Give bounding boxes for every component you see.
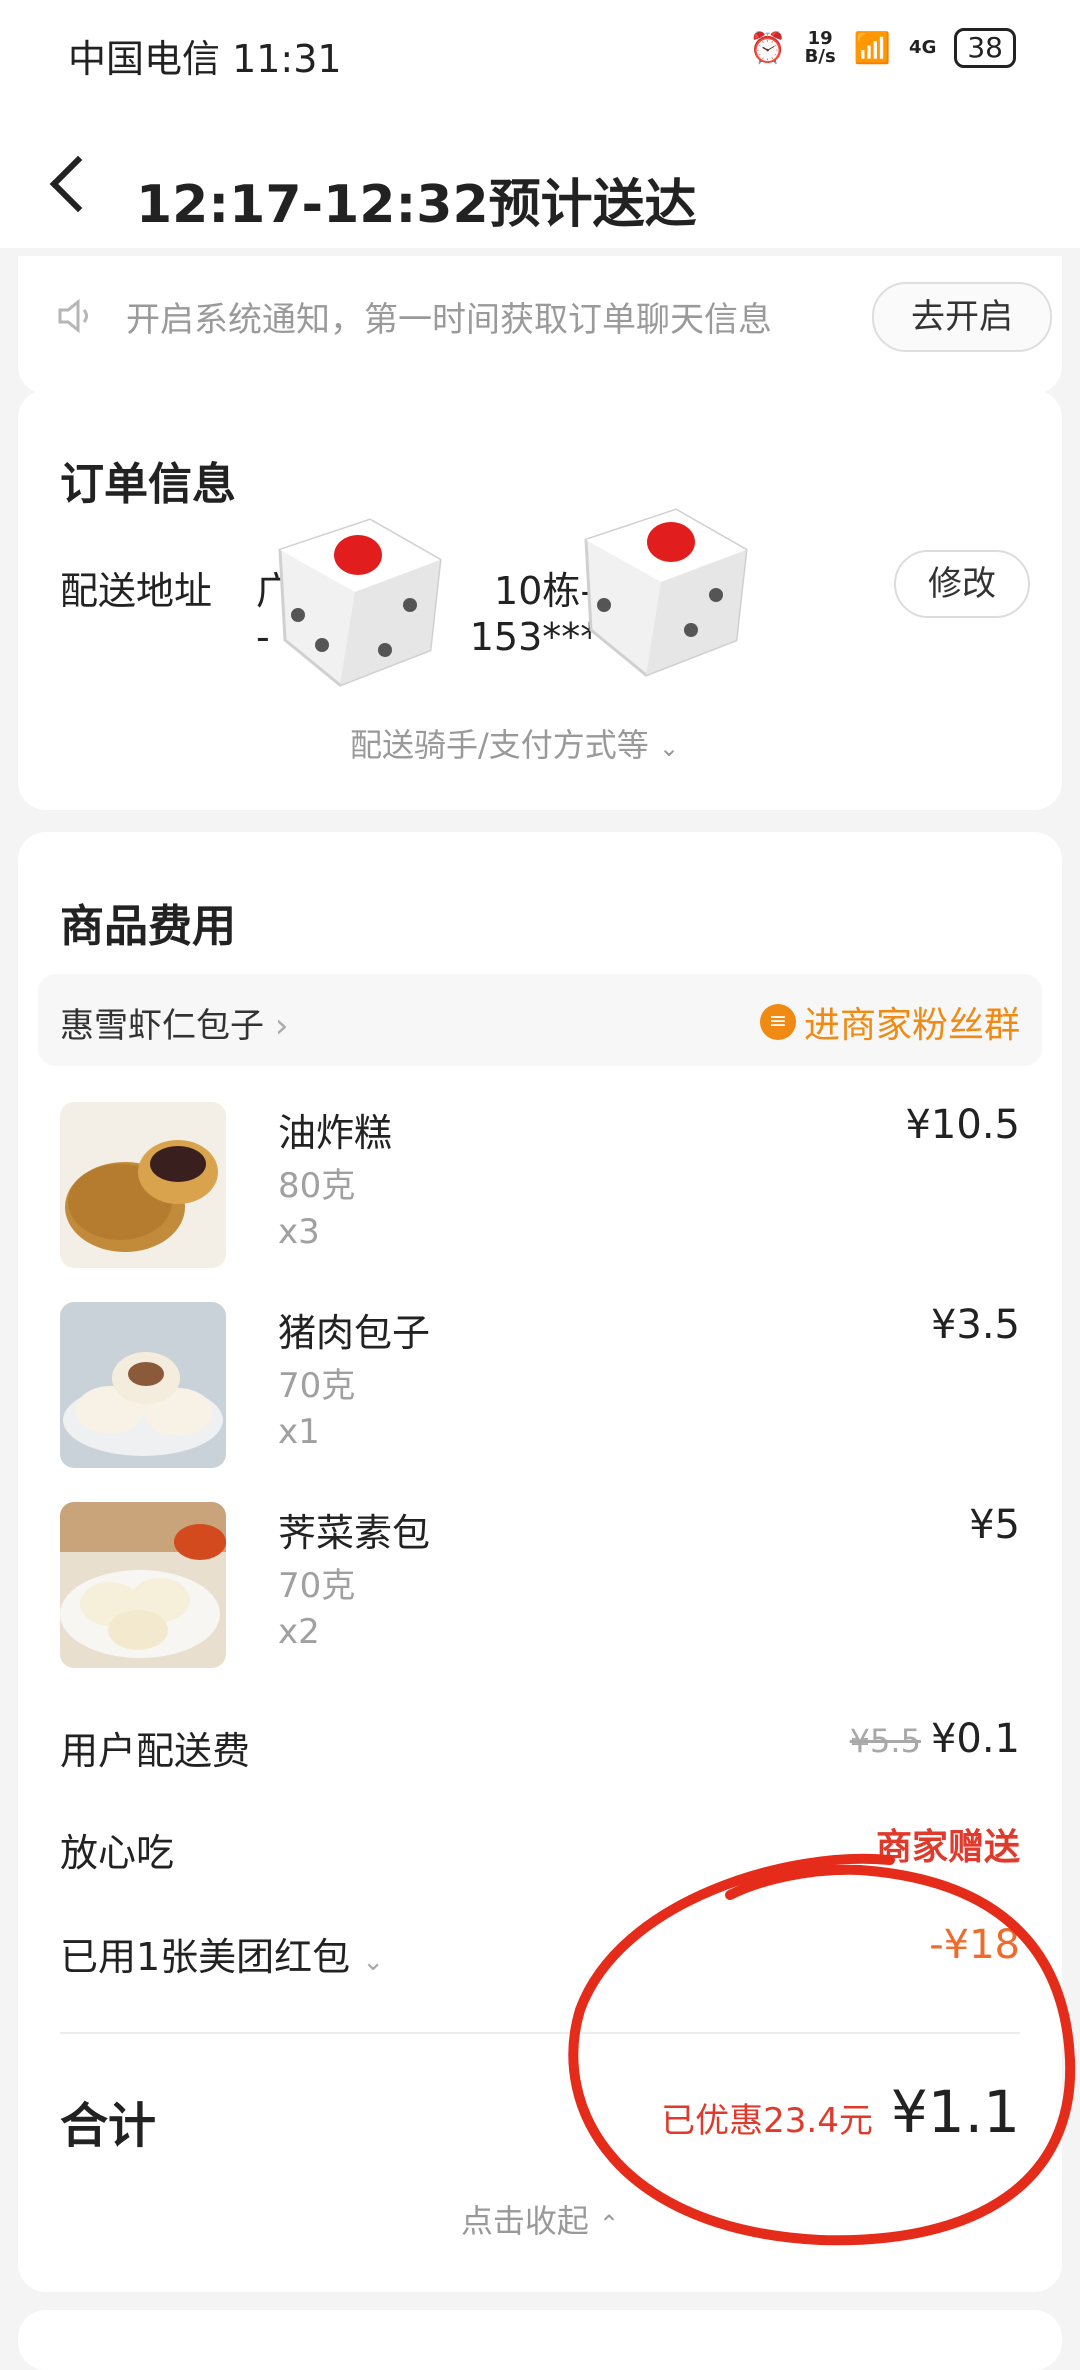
divider [60,2032,1020,2034]
total-summary: 已优惠23.4元 ¥1.1 [661,2078,1020,2146]
notification-text: 开启系统通知，第一时间获取订单聊天信息 [126,300,772,340]
total-label: 合计 [60,2098,157,2154]
shop-name[interactable]: 惠雪虾仁包子 › [60,998,288,1047]
pork-bun-image [60,1302,226,1468]
delivery-original-price: ¥5.5 [849,1722,921,1760]
item-spec: 70克 [278,1566,356,1606]
chevron-up-icon: ⌃ [599,2210,620,2238]
safe-eat-label: 放心吃 [60,1831,175,1875]
chevron-down-icon: ⌄ [362,1947,385,1977]
delivery-price: ¥0.1 [930,1716,1020,1762]
safe-eat-value: 商家赠送 [875,1827,1020,1868]
address-label: 配送地址 [60,569,213,613]
fans-group-text: 进商家粉丝群 [803,1005,1020,1046]
list-item[interactable]: 猪肉包子 70克 x1 ¥3.5 [60,1302,1020,1472]
carrier-time: 中国电信 11:31 [68,37,342,81]
item-spec: 80克 [278,1166,356,1206]
battery-level: 38 [954,28,1016,68]
chat-icon: ≡ [759,1004,796,1040]
status-icons: ⏰ 19 B/s 📶 4G 38 [749,28,1016,68]
list-item[interactable]: 荠菜素包 70克 x2 ¥5 [60,1502,1020,1672]
speaker-icon [58,298,88,334]
delivery-fee-label: 用户配送费 [60,1729,251,1773]
item-name: 荠菜素包 [278,1511,431,1555]
alarm-icon: ⏰ [749,30,787,66]
item-spec: 70克 [278,1366,356,1406]
red-packet-row[interactable]: 已用1张美团红包 ⌄ [60,1926,384,1981]
wifi-icon: 📶 [853,30,892,66]
shop-bar[interactable]: 惠雪虾仁包子 › ≡ 进商家粉丝群 [38,974,1042,1066]
order-info-card: 订单信息 配送地址 广 10栋- -153*** 修改 配送骑手/支付方式等 ⌄ [18,390,1062,810]
enable-notification-button[interactable]: 去开启 [872,282,1052,352]
chevron-right-icon: › [274,1006,289,1046]
delivery-fee-value: ¥5.5 ¥0.1 [850,1716,1020,1762]
dice-sticker-icon-2 [584,508,748,677]
fans-group-link[interactable]: ≡ 进商家粉丝群 [759,996,1020,1048]
next-card [18,2310,1062,2370]
item-price: ¥5 [969,1502,1020,1548]
network-type: 4G [909,37,937,58]
item-quantity: x1 [278,1412,320,1452]
net-speed: 19 B/s [805,30,836,66]
item-quantity: x3 [278,1212,320,1252]
collapse-link[interactable]: 点击收起 ⌃ [18,2196,1062,2242]
notification-banner: 开启系统通知，第一时间获取订单聊天信息 去开启 [18,256,1062,394]
item-name: 油炸糕 [278,1111,393,1155]
item-quantity: x2 [278,1612,320,1652]
item-price: ¥3.5 [930,1302,1020,1348]
order-info-title: 订单信息 [60,459,236,510]
total-price: ¥1.1 [890,2078,1020,2146]
shop-name-text: 惠雪虾仁包子 [60,1006,264,1046]
fee-card: 商品费用 惠雪虾仁包子 › ≡ 进商家粉丝群 油炸糕 80克 x3 ¥10.5 [18,832,1062,2292]
item-price: ¥10.5 [905,1102,1020,1148]
saved-amount: 已优惠23.4元 [661,2101,873,2141]
vegetable-bun-image [60,1502,226,1668]
fee-title: 商品费用 [60,901,236,952]
status-bar: 中国电信 11:31 ⏰ 19 B/s 📶 4G 38 [0,0,1080,110]
edit-address-button[interactable]: 修改 [894,550,1030,618]
list-item[interactable]: 油炸糕 80克 x3 ¥10.5 [60,1102,1020,1272]
chevron-down-icon: ⌄ [658,734,680,762]
page-title: 12:17-12:32预计送达 [136,175,697,235]
red-packet-value: -¥18 [929,1922,1020,1968]
net-speed-unit: B/s [804,46,836,67]
back-arrow-icon[interactable] [49,155,107,213]
page-header: 12:17-12:32预计送达 [0,110,1080,248]
more-details-text: 配送骑手/支付方式等 [350,726,649,764]
red-packet-label: 已用1张美团红包 [60,1935,351,1979]
collapse-text: 点击收起 [460,2202,589,2240]
item-name: 猪肉包子 [278,1311,431,1355]
youzhagao-image [60,1102,226,1268]
more-details-link[interactable]: 配送骑手/支付方式等 ⌄ [350,720,679,766]
dice-sticker-icon [278,518,442,687]
